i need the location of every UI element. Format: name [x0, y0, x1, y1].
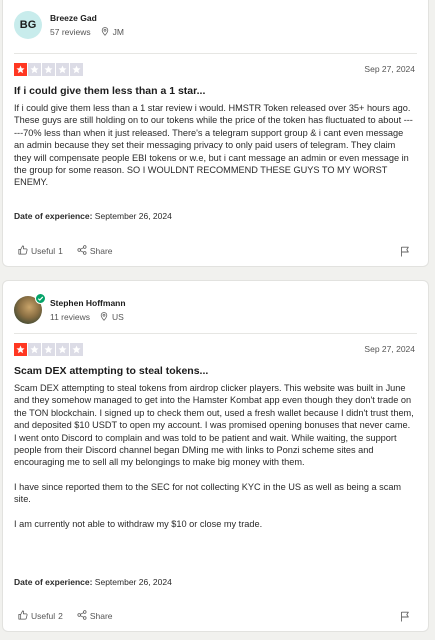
reviewer-info[interactable]: Stephen Hoffmann 11 reviews US — [14, 293, 126, 324]
location-pin-icon — [101, 26, 109, 38]
reviewer-location: US — [112, 312, 124, 322]
useful-button[interactable]: Useful 2 — [18, 610, 63, 622]
review-title[interactable]: If i could give them less than a 1 star.… — [14, 85, 417, 97]
divider — [14, 333, 417, 334]
reviewer-info[interactable]: BG Breeze Gad 57 reviews JM — [14, 11, 124, 39]
thumbs-up-icon — [18, 245, 31, 257]
review-card: BG Breeze Gad 57 reviews JM Sep 27, 2024… — [2, 0, 429, 267]
star-icon — [56, 343, 69, 356]
share-button[interactable]: Share — [77, 245, 113, 257]
review-card: Stephen Hoffmann 11 reviews US Sep 27, 2… — [2, 280, 429, 632]
review-count: 57 reviews — [50, 27, 91, 37]
star-icon — [14, 63, 27, 76]
star-icon — [70, 343, 83, 356]
divider — [14, 53, 417, 54]
verified-check-icon — [35, 293, 46, 304]
flag-icon[interactable] — [400, 246, 410, 257]
location-pin-icon — [100, 311, 108, 323]
date-of-experience: Date of experience: September 26, 2024 — [14, 577, 172, 587]
star-rating — [14, 63, 83, 76]
star-icon — [28, 343, 41, 356]
flag-icon[interactable] — [400, 611, 410, 622]
useful-button[interactable]: Useful 1 — [18, 245, 63, 257]
review-paragraph: I have since reported them to the SEC fo… — [14, 481, 402, 505]
share-icon — [77, 610, 90, 622]
share-icon — [77, 245, 90, 257]
date-of-experience: Date of experience: September 26, 2024 — [14, 211, 172, 221]
avatar[interactable] — [14, 293, 46, 324]
review-paragraph: I am currently not able to withdraw my $… — [14, 518, 263, 529]
avatar[interactable]: BG — [14, 11, 42, 39]
reviewer-location: JM — [112, 27, 124, 37]
review-paragraph: Scam DEX attempting to steal tokens from… — [14, 383, 414, 468]
review-paragraph: If i could give them less than a 1 star … — [14, 103, 413, 188]
star-icon — [42, 343, 55, 356]
star-icon — [28, 63, 41, 76]
star-icon — [14, 343, 27, 356]
share-button[interactable]: Share — [77, 610, 113, 622]
star-icon — [70, 63, 83, 76]
reviewer-name[interactable]: Breeze Gad — [50, 13, 124, 23]
thumbs-up-icon — [18, 610, 31, 622]
review-body: Scam DEX attempting to steal tokens from… — [14, 382, 415, 530]
review-body: If i could give them less than a 1 star … — [14, 102, 415, 189]
review-date: Sep 27, 2024 — [364, 64, 415, 74]
star-icon — [56, 63, 69, 76]
star-icon — [42, 63, 55, 76]
star-rating — [14, 343, 83, 356]
review-title[interactable]: Scam DEX attempting to steal tokens... — [14, 365, 417, 377]
reviewer-name[interactable]: Stephen Hoffmann — [50, 298, 126, 308]
review-count: 11 reviews — [50, 312, 90, 322]
review-date: Sep 27, 2024 — [364, 344, 415, 354]
